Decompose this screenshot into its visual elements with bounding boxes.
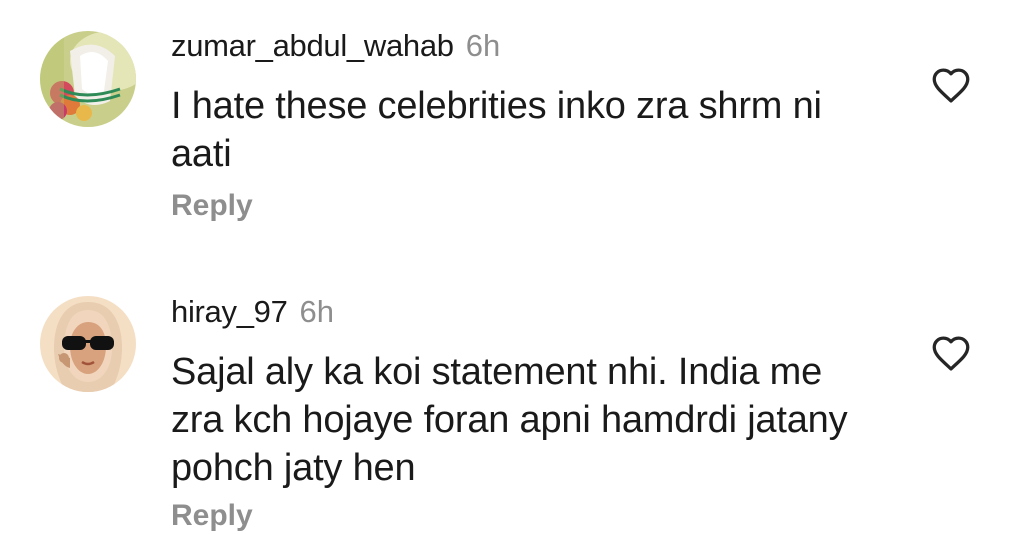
avatar-illustration-icon [40,296,136,392]
comment-item: hiray_97 6h Sajal aly ka koi statement nh… [0,0,1024,532]
heart-outline-icon [932,336,970,371]
username[interactable]: hiray_97 [171,294,288,329]
reply-button[interactable]: Reply [171,498,253,534]
comment-header: hiray_97 6h [171,294,334,330]
timestamp: 6h [299,294,334,329]
comment-text: Sajal aly ka koi statement nhi. India me… [171,351,848,489]
user-avatar[interactable] [40,296,136,392]
like-button[interactable] [930,334,972,372]
